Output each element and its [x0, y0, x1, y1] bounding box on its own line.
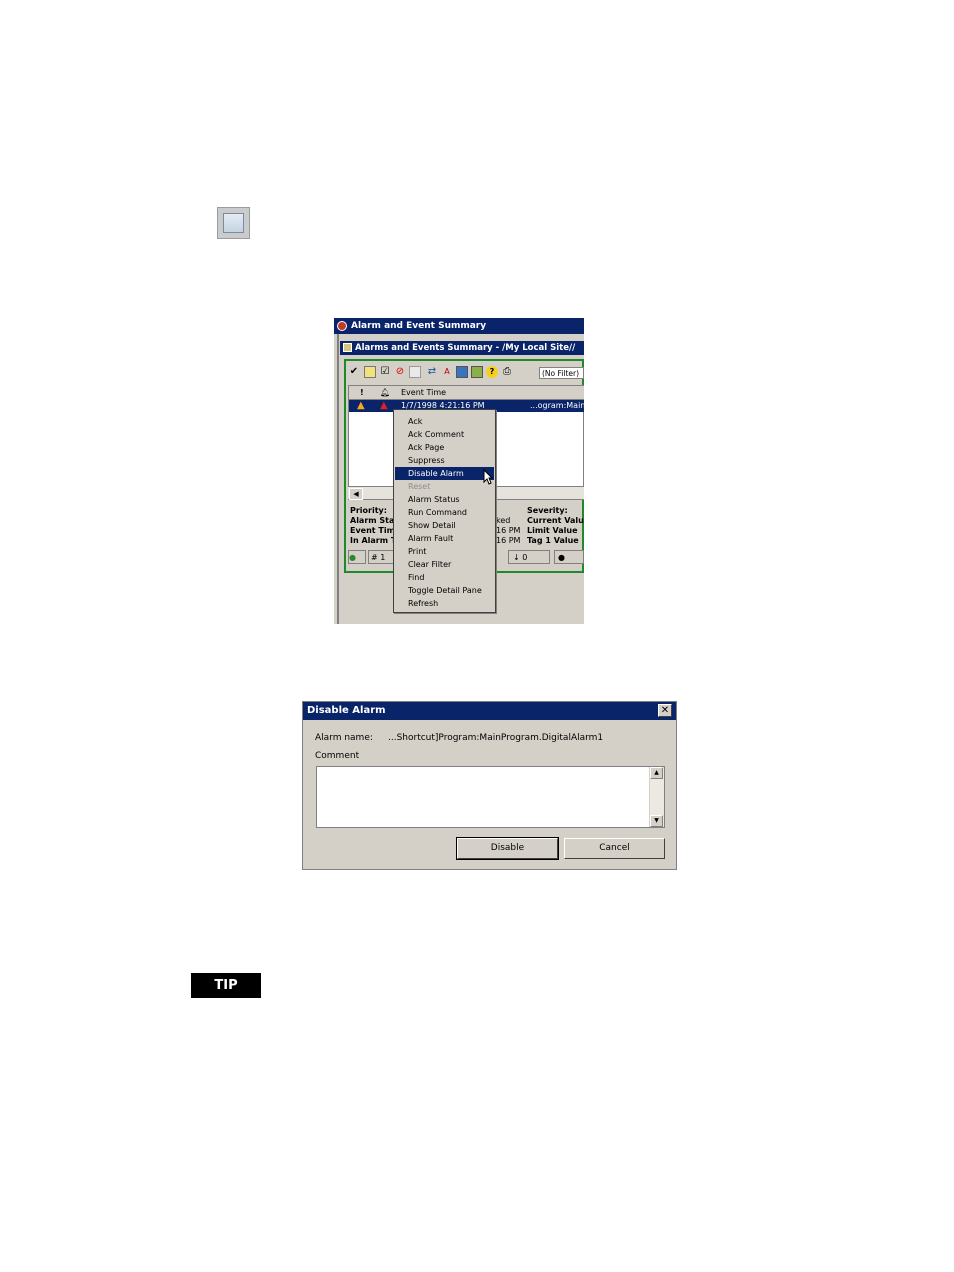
- tip-badge: TIP: [191, 973, 261, 998]
- window-title: Alarm and Event Summary: [351, 321, 487, 331]
- dialog-titlebar: Disable Alarm ✕: [303, 702, 676, 720]
- alarm-name-value: ...Shortcut]Program:MainProgram.DigitalA…: [388, 733, 604, 743]
- menu-item-ack[interactable]: Ack: [395, 415, 494, 428]
- detail-label: Severity:: [527, 506, 568, 515]
- close-icon[interactable]: ✕: [658, 704, 672, 717]
- comment-label: Comment: [315, 751, 360, 761]
- detail-value: 16 PM: [496, 536, 521, 545]
- detail-label: Alarm Stat: [350, 516, 399, 525]
- run-command-icon[interactable]: [456, 366, 468, 378]
- scroll-left-icon[interactable]: ◀: [349, 488, 363, 500]
- alarm-bell-icon: ▲: [380, 400, 388, 411]
- scroll-up-icon[interactable]: ▲: [650, 767, 663, 779]
- context-menu: Ack Ack Comment Ack Page Suppress Disabl…: [393, 409, 496, 613]
- disable-alarm-dialog: Disable Alarm ✕ Alarm name: ...Shortcut]…: [302, 701, 677, 870]
- down-arrow-icon: ↓: [513, 553, 520, 562]
- hash-icon: #: [371, 553, 378, 562]
- menu-item-refresh[interactable]: Refresh: [395, 597, 494, 610]
- detail-label: Current Valu: [527, 516, 584, 525]
- menu-item-show-detail[interactable]: Show Detail: [395, 519, 494, 532]
- menu-item-reset: Reset: [408, 482, 431, 491]
- bell-icon[interactable]: 🔔︎: [380, 386, 390, 399]
- priority-column-header[interactable]: !: [360, 386, 364, 399]
- comment-field[interactable]: ▲ ▼: [316, 766, 665, 828]
- list-header: ! 🔔︎ Event Time: [349, 386, 584, 400]
- warning-icon: ▲: [357, 400, 365, 411]
- ack-page-icon[interactable]: ☑: [379, 366, 391, 378]
- menu-item-clear-filter[interactable]: Clear Filter: [395, 558, 494, 571]
- menu-item-disable-alarm[interactable]: Disable Alarm: [395, 467, 494, 480]
- filter-select[interactable]: (No Filter): [539, 367, 584, 379]
- unacked-value: 0: [522, 553, 528, 562]
- mouse-cursor-icon: [483, 469, 493, 485]
- menu-item-ack-page[interactable]: Ack Page: [395, 441, 494, 454]
- menu-item-alarm-fault[interactable]: Alarm Fault: [395, 532, 494, 545]
- alarm-status-icon[interactable]: A: [441, 366, 453, 378]
- refresh-icon[interactable]: ⇄: [426, 366, 438, 378]
- detail-label: Priority:: [350, 506, 387, 515]
- ack-comment-icon[interactable]: [364, 366, 376, 378]
- dialog-title: Disable Alarm: [307, 705, 386, 716]
- menu-item-alarm-status[interactable]: Alarm Status: [395, 493, 494, 506]
- document-titlebar: Alarms and Events Summary - /My Local Si…: [340, 341, 584, 355]
- ack-checkmark-icon[interactable]: ✔: [348, 366, 360, 378]
- detail-label: Limit Value: [527, 526, 578, 535]
- menu-item-suppress[interactable]: Suppress: [395, 454, 494, 467]
- count-value: 1: [380, 553, 386, 562]
- detail-label: In Alarm T: [350, 536, 397, 545]
- menu-item-find[interactable]: Find: [395, 571, 494, 584]
- status-go-icon: ●: [348, 550, 366, 564]
- comment-scrollbar[interactable]: ▲ ▼: [649, 767, 664, 827]
- detail-value: ked: [496, 516, 511, 525]
- blank-icon[interactable]: [409, 366, 421, 378]
- detail-label: Event Tim: [350, 526, 395, 535]
- print-icon[interactable]: ⎙: [501, 366, 513, 378]
- show-detail-icon[interactable]: [471, 366, 483, 378]
- cancel-button[interactable]: Cancel: [564, 838, 665, 859]
- detail-value: 16 PM: [496, 526, 521, 535]
- window-edge: [337, 334, 339, 624]
- menu-item-run-command[interactable]: Run Command: [395, 506, 494, 519]
- status-unacked: ↓ 0: [508, 550, 550, 564]
- disable-button[interactable]: Disable: [456, 837, 559, 860]
- status-help: ●: [554, 550, 584, 564]
- alarm-summary-screenshot: Alarm and Event Summary Alarms and Event…: [334, 318, 584, 624]
- toolbar-button-icon: [217, 207, 250, 239]
- event-time-column-header[interactable]: Event Time: [401, 386, 446, 399]
- menu-item-ack-comment[interactable]: Ack Comment: [395, 428, 494, 441]
- suppress-icon[interactable]: ⊘: [394, 366, 406, 378]
- document-icon: [343, 343, 352, 352]
- tag-cell: ...ogram:Main: [530, 401, 584, 410]
- status-count: # 1: [368, 550, 394, 564]
- window-titlebar: Alarm and Event Summary: [334, 318, 584, 334]
- scroll-down-icon[interactable]: ▼: [650, 815, 663, 827]
- detail-label: Tag 1 Value: [527, 536, 579, 545]
- menu-item-print[interactable]: Print: [395, 545, 494, 558]
- help-icon[interactable]: ?: [486, 366, 498, 378]
- alarm-name-label: Alarm name:: [315, 733, 373, 743]
- document-title: Alarms and Events Summary - /My Local Si…: [355, 343, 576, 353]
- status-help-icon: ●: [558, 553, 565, 562]
- app-icon: [337, 321, 347, 331]
- menu-item-toggle-detail-pane[interactable]: Toggle Detail Pane: [395, 584, 494, 597]
- button-face: [223, 213, 244, 233]
